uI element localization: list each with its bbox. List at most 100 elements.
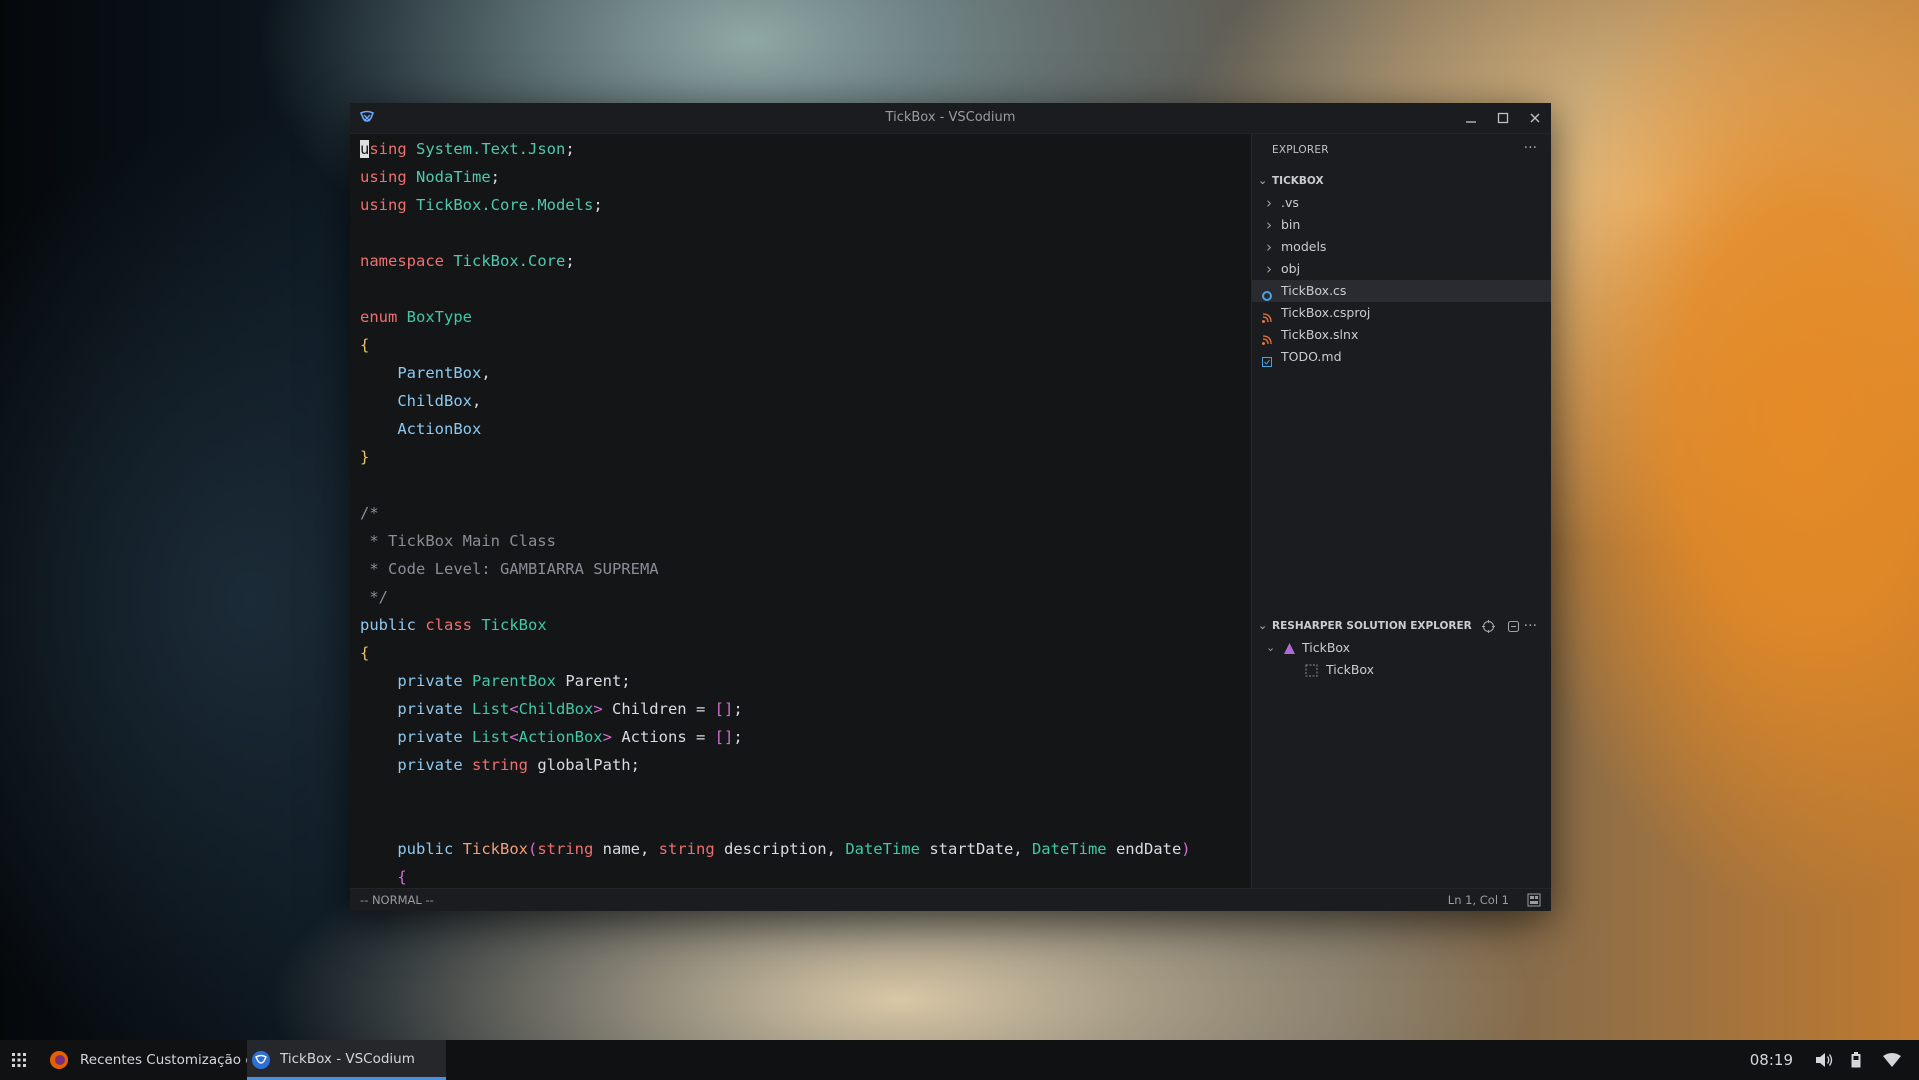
chevron-down-icon: ⌄ (1266, 641, 1276, 654)
target-icon[interactable] (1482, 620, 1495, 633)
collapse-all-icon[interactable] (1507, 620, 1520, 633)
tree-item-label: models (1281, 239, 1327, 254)
code-line[interactable]: enum BoxType (360, 303, 472, 331)
tree-file[interactable]: TODO.md (1252, 346, 1551, 368)
code-token: [] (714, 700, 734, 718)
close-icon (1530, 113, 1540, 123)
explorer-root-folder[interactable]: ⌄ TICKBOX (1252, 170, 1551, 192)
minimize-icon (1466, 121, 1476, 123)
code-line[interactable]: private string globalPath; (360, 751, 640, 779)
code-line[interactable]: private List<ChildBox> Children = []; (360, 695, 742, 723)
code-token: string (471, 756, 538, 774)
layout-icon[interactable] (1527, 893, 1541, 907)
solution-item[interactable]: ⌄ TickBox (1252, 637, 1551, 659)
resharper-more-button[interactable]: ··· (1524, 615, 1537, 637)
project-file-icon (1262, 330, 1272, 345)
code-token: * TickBox Main Class (360, 532, 556, 550)
code-line[interactable]: { (360, 639, 369, 667)
minimize-button[interactable] (1455, 103, 1487, 133)
code-token: Children = (611, 700, 715, 718)
clock[interactable]: 08:19 (1750, 1051, 1793, 1069)
code-line[interactable]: { (360, 331, 369, 359)
code-token: string (537, 840, 603, 858)
code-token: { (360, 336, 370, 354)
code-token: * Code Level: GAMBIARRA SUPREMA (360, 560, 659, 578)
tree-folder[interactable]: › .vs (1252, 192, 1551, 214)
app-grid-icon[interactable] (12, 1053, 26, 1067)
code-editor[interactable]: using System.Text.Json; using NodaTime; us… (350, 134, 1251, 888)
tree-folder[interactable]: › models (1252, 236, 1551, 258)
code-token: TickBox.Core.Models (416, 196, 594, 214)
code-token: ChildBox (360, 392, 472, 410)
text-cursor: u (360, 140, 370, 158)
chevron-right-icon: › (1266, 260, 1272, 278)
code-line[interactable]: ActionBox (360, 415, 481, 443)
code-line[interactable]: ChildBox, (360, 387, 481, 415)
code-token: List (471, 700, 510, 718)
tree-item-label: obj (1281, 261, 1301, 276)
tree-file[interactable]: TickBox.csproj (1252, 302, 1551, 324)
code-line[interactable]: * TickBox Main Class (360, 527, 556, 555)
resharper-header-label: RESHARPER SOLUTION EXPLORER (1272, 620, 1472, 632)
code-token: namespace (360, 252, 454, 270)
code-line[interactable]: public TickBox(string name, string descr… (360, 835, 1190, 863)
code-token: private (360, 700, 472, 718)
taskbar-item-vscodium[interactable]: TickBox - VSCodium (247, 1040, 446, 1080)
code-token: sing (369, 140, 417, 158)
code-line[interactable]: { (360, 863, 406, 888)
taskbar-item-firefox[interactable]: Recentes Customização e ... (40, 1040, 271, 1080)
tree-item-label: TODO.md (1281, 349, 1342, 364)
code-line[interactable]: using System.Text.Json; (360, 135, 575, 163)
code-token: private (360, 756, 472, 774)
code-line[interactable]: public class TickBox (360, 611, 547, 639)
code-line[interactable]: ParentBox, (360, 359, 490, 387)
tree-folder[interactable]: › bin (1252, 214, 1551, 236)
close-button[interactable] (1519, 103, 1551, 133)
window-title: TickBox - VSCodium (885, 110, 1016, 125)
chevron-right-icon: › (1266, 194, 1272, 212)
code-token: globalPath; (537, 756, 640, 774)
code-token: { (360, 644, 370, 662)
taskbar-item-label: TickBox - VSCodium (280, 1050, 415, 1067)
project-icon (1305, 664, 1318, 677)
explorer-more-button[interactable]: ··· (1524, 140, 1537, 156)
code-token: } (360, 448, 370, 466)
code-line[interactable]: private ParentBox Parent; (360, 667, 630, 695)
code-line[interactable]: */ (360, 583, 388, 611)
tree-item-label: TickBox.slnx (1281, 327, 1359, 342)
code-token: ; (733, 728, 743, 746)
explorer-header: EXPLORER (1272, 144, 1329, 156)
code-token: ; (593, 196, 603, 214)
code-line[interactable]: using TickBox.Core.Models; (360, 191, 603, 219)
battery-icon[interactable] (1851, 1052, 1861, 1068)
volume-icon[interactable] (1815, 1052, 1833, 1068)
code-line[interactable]: } (360, 443, 369, 471)
code-line[interactable]: private List<ActionBox> Actions = []; (360, 723, 743, 751)
cursor-position[interactable]: Ln 1, Col 1 (1448, 889, 1509, 911)
taskbar: Recentes Customização e ... TickBox - VS… (0, 1040, 1919, 1080)
code-token: startDate, (929, 840, 1032, 858)
solution-icon (1284, 643, 1295, 654)
code-token: ( (527, 840, 538, 858)
code-token: ; (565, 252, 575, 270)
code-line[interactable]: using NodaTime; (360, 163, 500, 191)
code-token: */ (360, 588, 388, 606)
chevron-right-icon: › (1266, 238, 1272, 256)
code-token: ActionBox (518, 728, 603, 746)
code-line[interactable]: * Code Level: GAMBIARRA SUPREMA (360, 555, 659, 583)
maximize-button[interactable] (1487, 103, 1519, 133)
chevron-down-icon: ⌄ (1258, 619, 1268, 632)
resharper-section-header[interactable]: ⌄ RESHARPER SOLUTION EXPLORER ··· (1252, 615, 1551, 637)
tree-folder[interactable]: › obj (1252, 258, 1551, 280)
code-line[interactable]: namespace TickBox.Core; (360, 247, 575, 275)
code-line[interactable]: /* (360, 499, 379, 527)
tree-item-label: bin (1281, 217, 1301, 232)
tree-file[interactable]: TickBox.slnx (1252, 324, 1551, 346)
project-label: TickBox (1326, 662, 1375, 677)
wifi-icon[interactable] (1883, 1053, 1901, 1067)
vscodium-icon (252, 1051, 270, 1069)
project-item[interactable]: TickBox (1252, 659, 1551, 681)
title-bar: TickBox - VSCodium (350, 103, 1551, 134)
code-token: BoxType (406, 308, 472, 326)
tree-file[interactable]: TickBox.cs (1252, 280, 1551, 302)
